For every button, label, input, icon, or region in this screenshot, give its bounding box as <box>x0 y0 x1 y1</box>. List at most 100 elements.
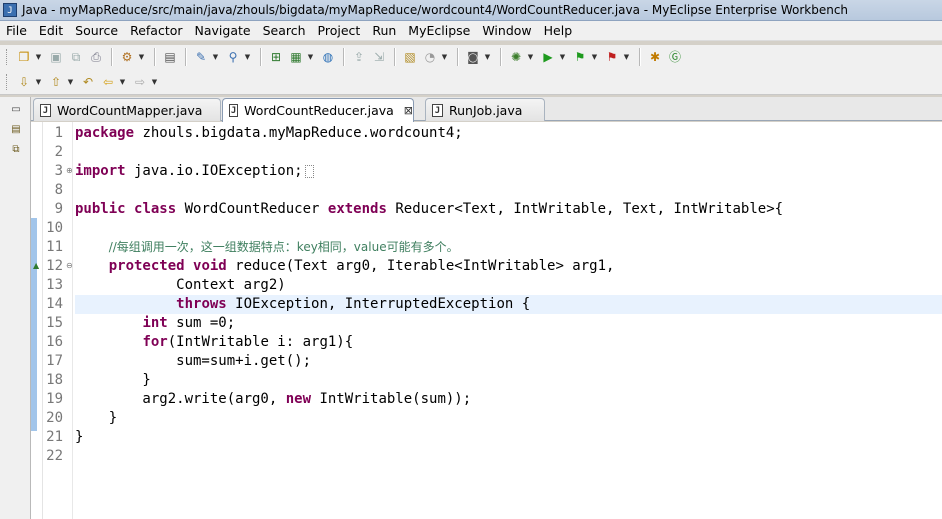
open-perspective-icon[interactable]: Ⓖ <box>666 48 684 66</box>
line-number: 2 <box>54 144 63 160</box>
project-deploy-icon[interactable]: ⚙ <box>118 48 136 66</box>
camera-icon[interactable]: ◙ <box>464 48 482 66</box>
run-external-icon[interactable]: ⚑ <box>571 48 589 66</box>
code-line[interactable]: protected void reduce(Text arg0, Iterabl… <box>75 257 942 276</box>
code-line[interactable]: } <box>75 409 942 428</box>
collapse-fold-icon[interactable]: ⊖ <box>66 262 73 270</box>
hierarchy-icon[interactable]: ⊞ <box>267 48 285 66</box>
menu-search[interactable]: Search <box>257 21 312 41</box>
menu-edit[interactable]: Edit <box>33 21 69 41</box>
save-all-icon[interactable]: ⧉ <box>67 48 85 66</box>
code-line[interactable]: //每组调用一次，这一组数据特点：key相同，value可能有多个。 <box>75 238 942 257</box>
code-line[interactable]: public class WordCountReducer extends Re… <box>75 200 942 219</box>
code-line[interactable] <box>75 143 942 162</box>
run-config-dropdown-icon[interactable]: ▼ <box>306 48 315 66</box>
code-token: (IntWritable i: arg1){ <box>167 334 354 350</box>
code-line[interactable]: int sum =0; <box>75 314 942 333</box>
forward-dropdown-icon[interactable]: ▼ <box>150 73 159 91</box>
code-line[interactable]: import java.io.IOException; <box>75 162 942 181</box>
tab-wordcountmapper[interactable]: J WordCountMapper.java <box>33 98 221 121</box>
open-type-icon[interactable]: ✎ <box>192 48 210 66</box>
toolbar-separator <box>111 48 112 66</box>
report-icon[interactable]: ▧ <box>401 48 419 66</box>
new-class-icon[interactable]: ✱ <box>646 48 664 66</box>
next-annotation-icon[interactable]: ⇩ <box>15 73 33 91</box>
new-dropdown-icon[interactable]: ▼ <box>34 48 43 66</box>
code-line[interactable]: sum=sum+i.get(); <box>75 352 942 371</box>
code-line[interactable]: Context arg2) <box>75 276 942 295</box>
code-line[interactable]: for(IntWritable i: arg1){ <box>75 333 942 352</box>
menu-file[interactable]: File <box>0 21 33 41</box>
code-line[interactable] <box>75 219 942 238</box>
editor-tab-bar: J WordCountMapper.java J WordCountReduce… <box>31 97 942 122</box>
globe-icon[interactable]: ◍ <box>319 48 337 66</box>
run-icon[interactable]: ▶ <box>539 48 557 66</box>
stop-server-dropdown-icon[interactable]: ▼ <box>622 48 631 66</box>
collapsed-block-marker[interactable] <box>304 164 314 178</box>
tab-wordcountreducer[interactable]: J WordCountReducer.java ⊠ <box>222 98 414 122</box>
search-icon[interactable]: ⚲ <box>224 48 242 66</box>
browser-icon[interactable]: ◔ <box>421 48 439 66</box>
toolbar-grip[interactable] <box>6 49 10 65</box>
tab-runjob[interactable]: J RunJob.java <box>425 98 545 121</box>
code-line[interactable]: throws IOException, InterruptedException… <box>75 295 942 314</box>
line-number: 17 <box>46 353 63 369</box>
debug-icon[interactable]: ✺ <box>507 48 525 66</box>
menu-bar: File Edit Source Refactor Navigate Searc… <box>0 21 942 41</box>
run-dropdown-icon[interactable]: ▼ <box>558 48 567 66</box>
print-icon[interactable]: ⎙ <box>87 48 105 66</box>
back-dropdown-icon[interactable]: ▼ <box>118 73 127 91</box>
toolbar-grip[interactable] <box>6 73 10 90</box>
last-edit-location-icon[interactable]: ↶ <box>79 73 97 91</box>
hierarchy-view-icon[interactable]: ⧉ <box>9 143 23 157</box>
code-editor[interactable]: 1 package zhouls.bigdata.myMapReduce.word… <box>31 122 942 519</box>
menu-run[interactable]: Run <box>366 21 402 41</box>
toolbar-separator <box>343 48 344 66</box>
menu-project[interactable]: Project <box>312 21 367 41</box>
code-line[interactable] <box>75 447 942 466</box>
open-type-dropdown-icon[interactable]: ▼ <box>211 48 220 66</box>
search-dropdown-icon[interactable]: ▼ <box>243 48 252 66</box>
code-line[interactable]: } <box>75 428 942 447</box>
debug-dropdown-icon[interactable]: ▼ <box>526 48 535 66</box>
run-config-icon[interactable]: ▦ <box>287 48 305 66</box>
previous-annotation-icon[interactable]: ⇧ <box>47 73 65 91</box>
code-line[interactable]: arg2.write(arg0, new IntWritable(sum)); <box>75 390 942 409</box>
menu-navigate[interactable]: Navigate <box>189 21 257 41</box>
server-icon[interactable]: ▤ <box>161 48 179 66</box>
menu-refactor[interactable]: Refactor <box>124 21 188 41</box>
line-number: 20 <box>46 410 63 426</box>
expand-fold-icon[interactable]: ⊕ <box>66 167 73 175</box>
reload-icon[interactable]: ⇪ <box>350 48 368 66</box>
package-explorer-icon[interactable]: ▤ <box>9 123 23 137</box>
code-token: zhouls.bigdata.myMapReduce.wordcount4; <box>134 125 463 141</box>
new-icon[interactable]: ❐ <box>15 48 33 66</box>
previous-annotation-dropdown-icon[interactable]: ▼ <box>66 73 75 91</box>
browser-dropdown-icon[interactable]: ▼ <box>440 48 449 66</box>
code-line[interactable]: } <box>75 371 942 390</box>
menu-source[interactable]: Source <box>69 21 124 41</box>
menu-myeclipse[interactable]: MyEclipse <box>402 21 476 41</box>
next-annotation-dropdown-icon[interactable]: ▼ <box>34 73 43 91</box>
save-icon[interactable]: ▣ <box>47 48 65 66</box>
menu-window[interactable]: Window <box>476 21 537 41</box>
code-line[interactable]: package zhouls.bigdata.myMapReduce.wordc… <box>75 124 942 143</box>
publish-icon[interactable]: ⇲ <box>370 48 388 66</box>
java-perspective-icon: J <box>3 3 17 17</box>
camera-dropdown-icon[interactable]: ▼ <box>483 48 492 66</box>
forward-arrow-icon[interactable]: ⇨ <box>131 73 149 91</box>
back-arrow-icon[interactable]: ⇦ <box>99 73 117 91</box>
run-external-dropdown-icon[interactable]: ▼ <box>590 48 599 66</box>
close-icon[interactable]: ⊠ <box>404 104 413 117</box>
window-title: Java - myMapReduce/src/main/java/zhouls/… <box>22 3 849 17</box>
code-line[interactable] <box>75 181 942 200</box>
line-number: 13 <box>46 277 63 293</box>
deploy-dropdown-icon[interactable]: ▼ <box>137 48 146 66</box>
keyword-token: int <box>142 315 168 331</box>
menu-help[interactable]: Help <box>538 21 579 41</box>
restore-view-icon[interactable]: ▭ <box>9 103 23 117</box>
code-token: WordCountReducer <box>176 201 328 217</box>
stop-server-icon[interactable]: ⚑ <box>603 48 621 66</box>
